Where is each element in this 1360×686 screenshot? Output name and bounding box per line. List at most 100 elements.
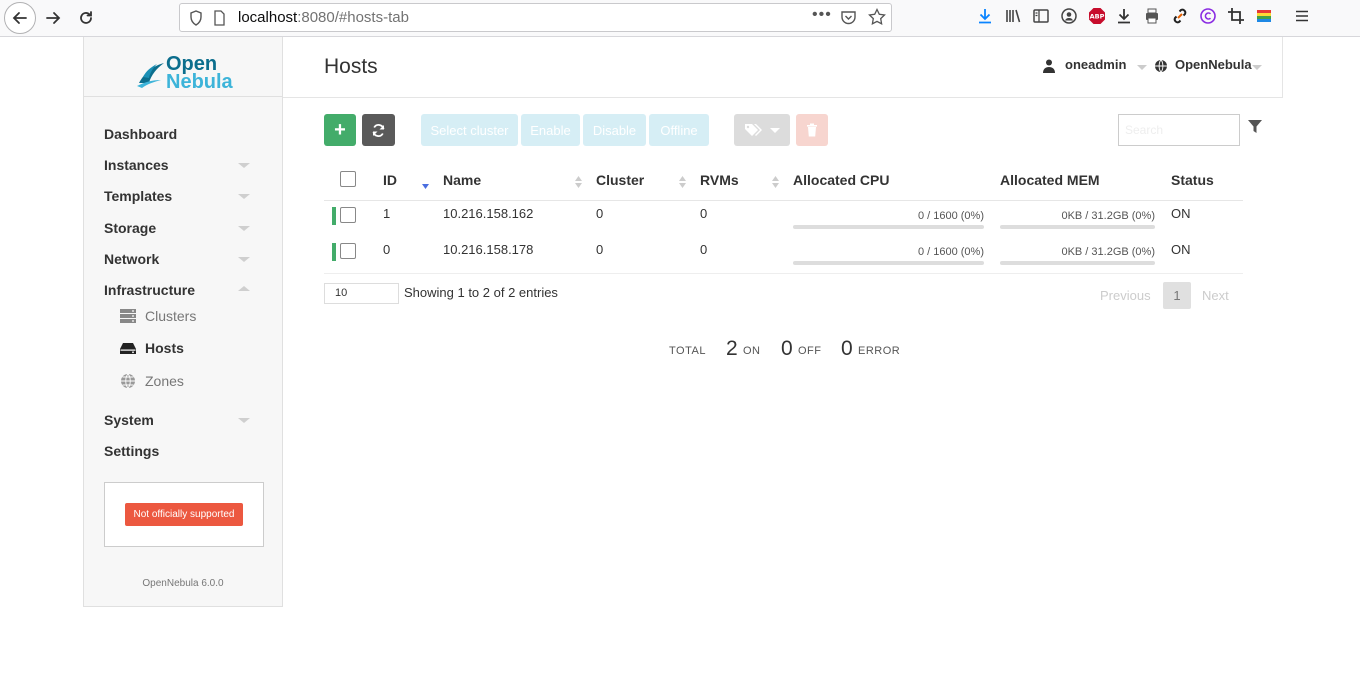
- select-cluster-button[interactable]: Select cluster: [421, 114, 518, 146]
- host-id: 0: [383, 242, 391, 257]
- labels-dropdown-button[interactable]: [734, 114, 790, 146]
- version-text: OpenNebula 6.0.0: [142, 578, 224, 589]
- column-header-name[interactable]: Name: [443, 172, 481, 188]
- pagination-current-page[interactable]: 1: [1163, 282, 1191, 309]
- sidebar-item-templates[interactable]: Templates: [104, 186, 264, 217]
- sort-icon[interactable]: [575, 175, 582, 189]
- back-button[interactable]: [4, 2, 36, 34]
- adblock-button[interactable]: ABP: [1087, 6, 1107, 26]
- caret-down-icon: [770, 127, 780, 133]
- enable-button[interactable]: Enable: [521, 114, 580, 146]
- printer-icon: [1146, 8, 1159, 24]
- sidebar-item-hosts[interactable]: Hosts: [104, 338, 264, 371]
- sidebar-item-label: Storage: [104, 219, 157, 236]
- page-info-icon[interactable]: [213, 10, 226, 26]
- row-checkbox[interactable]: [340, 243, 356, 259]
- server-stack-icon: [120, 308, 136, 323]
- sidebar-item-label: Templates: [104, 188, 173, 205]
- url-bar[interactable]: localhost:8080/#hosts-tab •••: [179, 3, 892, 32]
- table-row[interactable]: 0 10.216.158.178 0 0 0 / 1600 (0%) 0KB /…: [324, 235, 1243, 271]
- sidebar-item-settings[interactable]: Settings: [104, 441, 264, 472]
- column-header-allocated-cpu[interactable]: Allocated CPU: [793, 172, 889, 188]
- column-header-status[interactable]: Status: [1171, 172, 1214, 188]
- opennebula-logo-icon: [137, 63, 164, 88]
- disable-button[interactable]: Disable: [583, 114, 646, 146]
- sidebar-item-label: Dashboard: [104, 126, 178, 142]
- column-header-allocated-mem[interactable]: Allocated MEM: [1000, 172, 1100, 188]
- tags-icon: [745, 124, 762, 136]
- plus-icon: +: [334, 119, 346, 141]
- hamburger-menu-icon: [1295, 10, 1308, 22]
- mem-progress-bar: [1000, 225, 1155, 229]
- page-length-select[interactable]: 10: [324, 283, 399, 304]
- filter-icon[interactable]: [1248, 120, 1262, 134]
- offline-button[interactable]: Offline: [649, 114, 709, 146]
- sidebar-toggle-button[interactable]: [1031, 6, 1051, 26]
- host-cpu-text: 0 / 1600 (0%): [917, 246, 984, 258]
- sidebar-item-clusters[interactable]: Clusters: [104, 306, 264, 339]
- forward-button[interactable]: [38, 4, 68, 32]
- reload-icon: [80, 11, 92, 24]
- bookmark-star-icon[interactable]: [868, 8, 886, 26]
- library-icon: [1006, 9, 1021, 23]
- globe-icon: [1155, 59, 1167, 73]
- account-button[interactable]: [1059, 6, 1079, 26]
- browser-menu-button[interactable]: [1292, 6, 1312, 26]
- pocket-icon[interactable]: [840, 9, 857, 26]
- add-host-button[interactable]: +: [324, 114, 356, 146]
- chevron-up-icon: [238, 285, 250, 291]
- sidebar-item-zones[interactable]: Zones: [104, 371, 264, 404]
- total-label: TOTAL: [669, 345, 706, 357]
- row-checkbox[interactable]: [340, 207, 356, 223]
- sort-icon[interactable]: [679, 175, 686, 189]
- host-status: ON: [1171, 242, 1191, 257]
- extension-link-button[interactable]: [1170, 6, 1190, 26]
- sidebar-item-dashboard[interactable]: Dashboard: [104, 124, 264, 155]
- adblock-icon: ABP: [1088, 8, 1105, 24]
- sidebar-item-instances[interactable]: Instances: [104, 155, 264, 186]
- sidebar-item-system[interactable]: System: [104, 410, 264, 441]
- download-helper-button[interactable]: [1114, 6, 1134, 26]
- search-input[interactable]: [1118, 114, 1240, 146]
- extension-color-button[interactable]: [1254, 6, 1274, 26]
- reload-button[interactable]: [71, 4, 101, 32]
- refresh-button[interactable]: [362, 114, 395, 146]
- mem-progress-bar: [1000, 261, 1155, 265]
- url-text[interactable]: localhost:8080/#hosts-tab: [238, 9, 409, 26]
- sidebar-item-storage[interactable]: Storage: [104, 218, 264, 249]
- select-all-checkbox[interactable]: [340, 171, 356, 187]
- table-row[interactable]: 1 10.216.158.162 0 0 0 / 1600 (0%) 0KB /…: [324, 199, 1243, 235]
- link-icon: [1173, 8, 1187, 24]
- host-cluster: 0: [596, 242, 604, 257]
- extension-printer-button[interactable]: [1142, 6, 1162, 26]
- delete-button[interactable]: [796, 114, 828, 146]
- library-button[interactable]: [1003, 6, 1023, 26]
- pagination-previous[interactable]: Previous: [1100, 288, 1151, 303]
- sidebar-menu: Dashboard Instances Templates Storage Ne…: [104, 124, 264, 472]
- support-badge[interactable]: Not officially supported: [125, 503, 243, 526]
- off-label: OFF: [798, 345, 822, 357]
- color-palette-icon: [1256, 10, 1271, 22]
- zone-name: OpenNebula: [1175, 57, 1252, 72]
- shield-icon[interactable]: [189, 10, 203, 26]
- sidebar-item-network[interactable]: Network: [104, 249, 264, 280]
- column-header-cluster[interactable]: Cluster: [596, 172, 644, 188]
- column-header-rvms[interactable]: RVMs: [700, 172, 739, 188]
- url-path: :8080/#hosts-tab: [297, 9, 409, 26]
- sidebar-item-label: Network: [104, 250, 160, 267]
- on-count: 2: [726, 337, 738, 360]
- chevron-down-icon: [1137, 65, 1147, 70]
- pagination-next[interactable]: Next: [1202, 288, 1229, 303]
- sort-icon[interactable]: [772, 175, 779, 189]
- page-actions-menu[interactable]: •••: [812, 6, 832, 24]
- cpu-progress-bar: [793, 261, 984, 265]
- column-header-id[interactable]: ID: [383, 172, 397, 188]
- sidebar-item-infrastructure[interactable]: Infrastructure: [104, 280, 264, 306]
- sort-desc-icon[interactable]: [422, 175, 429, 189]
- host-rvms: 0: [700, 242, 708, 257]
- extension-crop-button[interactable]: [1226, 6, 1246, 26]
- opennebula-logo[interactable]: Open Nebula: [84, 37, 282, 97]
- host-cpu-text: 0 / 1600 (0%): [917, 210, 984, 222]
- extension-copyright-button[interactable]: [1198, 6, 1218, 26]
- downloads-button[interactable]: [975, 6, 995, 26]
